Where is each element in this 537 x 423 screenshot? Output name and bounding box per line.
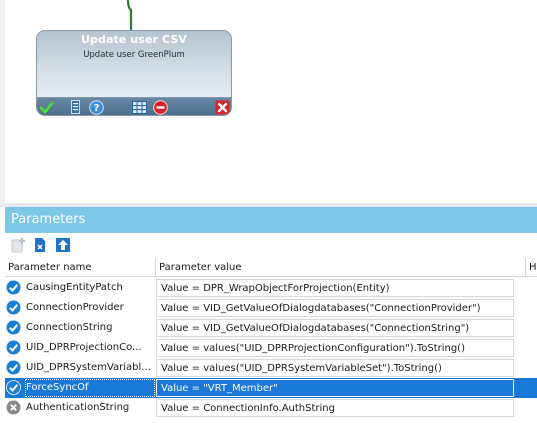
table-row[interactable]: AuthenticationString Value = ConnectionI… [5,398,537,418]
table-row-selected[interactable]: ForceSyncOf Value = "VRT_Member" [5,378,537,398]
parameter-value[interactable]: Value = VID_GetValueOfDialogdatabases("C… [156,319,514,337]
checkmark-icon [6,300,21,315]
document-icon[interactable] [67,99,83,115]
column-header-parameter-name[interactable]: Parameter name [5,258,156,277]
parameters-toolbar [5,233,537,258]
canvas-left-edge [0,0,5,203]
parameter-value[interactable]: Value = ConnectionInfo.AuthString [156,399,514,417]
parameter-name: CausingEntityPatch [26,282,123,293]
move-up-icon[interactable] [54,236,72,254]
parameter-value[interactable]: Value = values("UID_DPRSystemVariableSet… [156,359,514,377]
checkmark-icon [6,360,21,375]
grid-table-icon[interactable] [131,99,147,115]
parameter-value[interactable]: Value = DPR_WrapObjectForProjection(Enti… [156,279,514,297]
activity-footer: ? [37,97,231,115]
table-row[interactable]: CausingEntityPatch Value = DPR_WrapObjec… [5,278,537,298]
parameter-value[interactable]: Value = VID_GetValueOfDialogdatabases("C… [156,299,514,317]
help-icon[interactable]: ? [88,99,104,115]
table-row[interactable]: UID_DPRProjectionCo... Value = values("U… [5,338,537,358]
checkmark-icon [6,320,21,335]
parameter-name: UID_DPRProjectionCo... [26,342,142,353]
checkmark-icon [6,340,21,355]
svg-text:?: ? [93,103,99,114]
parameter-value[interactable]: Value = values("UID_DPRProjectionConfigu… [156,339,514,357]
checkmark-icon [6,280,21,295]
activity-title: Update user CSV [81,33,187,46]
parameter-name: ConnectionProvider [26,302,124,313]
parameters-panel-title: Parameters [5,207,537,233]
parameter-name: ForceSyncOf [26,382,89,393]
failure-x-icon[interactable] [214,99,230,115]
remove-parameter-icon[interactable] [31,236,49,254]
process-editor: Update user CSV Update user GreenPlum ? [0,0,537,423]
success-check-icon[interactable] [38,99,54,115]
add-parameter-icon[interactable] [9,236,27,254]
table-row[interactable]: ConnectionProvider Value = VID_GetValueO… [5,298,537,318]
stop-icon[interactable] [152,99,168,115]
connector-line [126,0,133,30]
parameter-name: ConnectionString [26,322,113,333]
column-header-parameter-value[interactable]: Parameter value [156,258,526,277]
parameter-value[interactable]: Value = "VRT_Member" [156,379,514,397]
table-row[interactable]: ConnectionString Value = VID_GetValueOfD… [5,318,537,338]
activity-subtitle: Update user GreenPlum [83,50,185,60]
column-header-extra[interactable]: H [526,258,537,277]
checkmark-icon [6,380,21,395]
activity-node[interactable]: Update user CSV Update user GreenPlum ? [36,30,232,116]
parameters-grid: Parameter name Parameter value H Causing… [5,258,537,423]
table-row[interactable]: UID_DPRSystemVariabl... Value = values("… [5,358,537,378]
designer-canvas[interactable]: Update user CSV Update user GreenPlum ? [0,0,537,203]
cross-circle-icon [6,400,21,415]
parameter-name: UID_DPRSystemVariabl... [26,362,151,373]
parameter-name: AuthenticationString [26,402,130,413]
